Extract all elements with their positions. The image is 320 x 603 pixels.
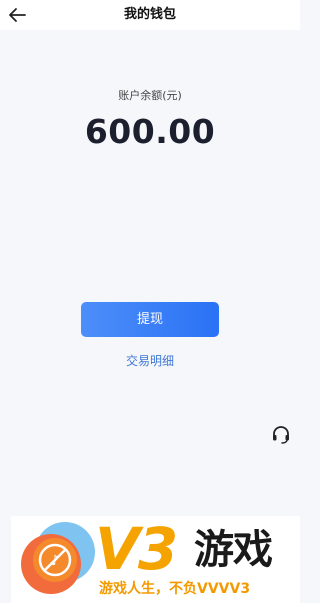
svg-text:♪: ♪	[51, 553, 60, 569]
customer-service-button[interactable]	[270, 423, 292, 445]
withdraw-button[interactable]: 提现	[81, 302, 219, 337]
transaction-details-link[interactable]: 交易明细	[0, 352, 300, 369]
top-bar: 我的钱包	[0, 0, 300, 30]
balance-label: 账户余额(元)	[118, 89, 182, 102]
game-logo-icon: ♪	[21, 522, 95, 594]
watermark-overlay: ♪ V3 游戏 游戏人生，不负VVVV3	[11, 516, 300, 603]
balance-value: 600.00	[84, 112, 216, 151]
watermark-brand: V3	[95, 515, 178, 583]
page-title: 我的钱包	[123, 7, 176, 22]
headset-icon	[273, 426, 289, 444]
back-button[interactable]	[6, 4, 28, 26]
watermark-slogan: 游戏人生，不负VVVV3	[99, 581, 251, 597]
arrow-left-icon	[9, 8, 26, 22]
watermark-title: 游戏	[194, 527, 273, 573]
